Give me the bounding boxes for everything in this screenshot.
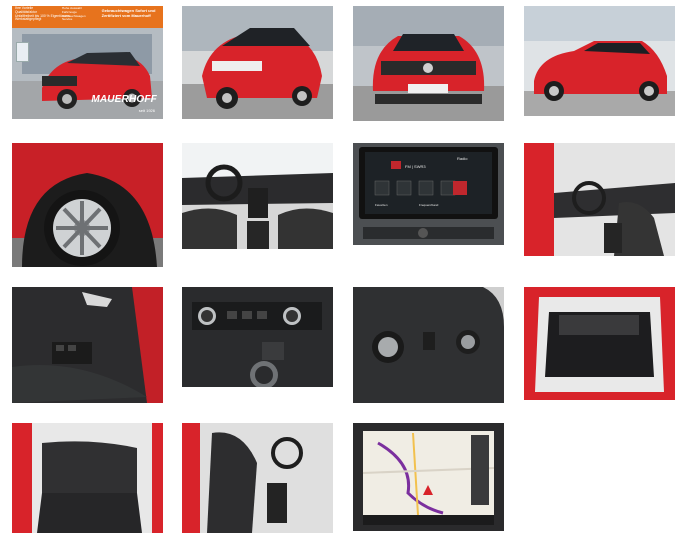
price-card xyxy=(16,42,29,62)
wheel-closeup-photo xyxy=(12,143,163,267)
photo-gallery: Ihre Vorteile Qualitätsfaktor Unfallfrei… xyxy=(0,0,679,534)
dealer-banner: Ihre Vorteile Qualitätsfaktor Unfallfrei… xyxy=(12,6,163,28)
light-switch-panel-photo xyxy=(353,287,504,403)
photo-thumbnail-5[interactable] xyxy=(12,143,163,267)
navigation-screen-photo xyxy=(353,423,504,531)
rear-left-exterior-photo xyxy=(182,6,333,119)
photo-thumbnail-3[interactable] xyxy=(353,6,504,121)
photo-thumbnail-9[interactable] xyxy=(12,287,163,403)
photo-thumbnail-11[interactable] xyxy=(353,287,504,403)
radio-tab-band: Frequenzband xyxy=(419,203,439,207)
radio-header-label: Radio xyxy=(457,156,468,161)
photo-thumbnail-6[interactable] xyxy=(182,143,333,249)
dashboard-interior-photo xyxy=(182,143,333,249)
trunk-interior-photo xyxy=(524,287,675,400)
front-seats-photo xyxy=(182,423,333,533)
banner-features: Hohe Auswahl Fahrzeuge Gebrauchtwagen Se… xyxy=(62,6,104,22)
photo-thumbnail-10[interactable] xyxy=(182,287,333,387)
photo-thumbnail-4[interactable] xyxy=(524,6,675,116)
dealer-logo: MAUERHOFF xyxy=(91,94,157,105)
photo-thumbnail-1[interactable]: Ihre Vorteile Qualitätsfaktor Unfallfrei… xyxy=(12,6,163,119)
front-exterior-photo xyxy=(353,6,504,121)
rear-seats-photo xyxy=(12,423,163,533)
photo-thumbnail-7[interactable]: FM | SWR3 Radio Favoriten Frequenzband xyxy=(353,143,504,245)
photo-thumbnail-12[interactable] xyxy=(524,287,675,400)
door-panel-photo xyxy=(12,287,163,403)
dealer-logo-sub: seit 1926 xyxy=(138,108,155,113)
photo-thumbnail-8[interactable] xyxy=(524,143,675,256)
photo-thumbnail-13[interactable] xyxy=(12,423,163,533)
banner-line: Service xyxy=(62,17,73,22)
radio-tab-favourites: Favoriten xyxy=(375,203,388,207)
banner-headline: Gebrauchtwagen Sofort und Zertifiziert v… xyxy=(101,8,156,18)
photo-thumbnail-14[interactable] xyxy=(182,423,333,533)
photo-thumbnail-15[interactable] xyxy=(353,423,504,531)
climate-controls-photo xyxy=(182,287,333,387)
side-exterior-photo xyxy=(524,6,675,116)
infotainment-radio-photo xyxy=(353,143,504,245)
photo-thumbnail-2[interactable] xyxy=(182,6,333,119)
driver-seat-interior-photo xyxy=(524,143,675,256)
radio-station-label: FM | SWR3 xyxy=(405,164,426,169)
